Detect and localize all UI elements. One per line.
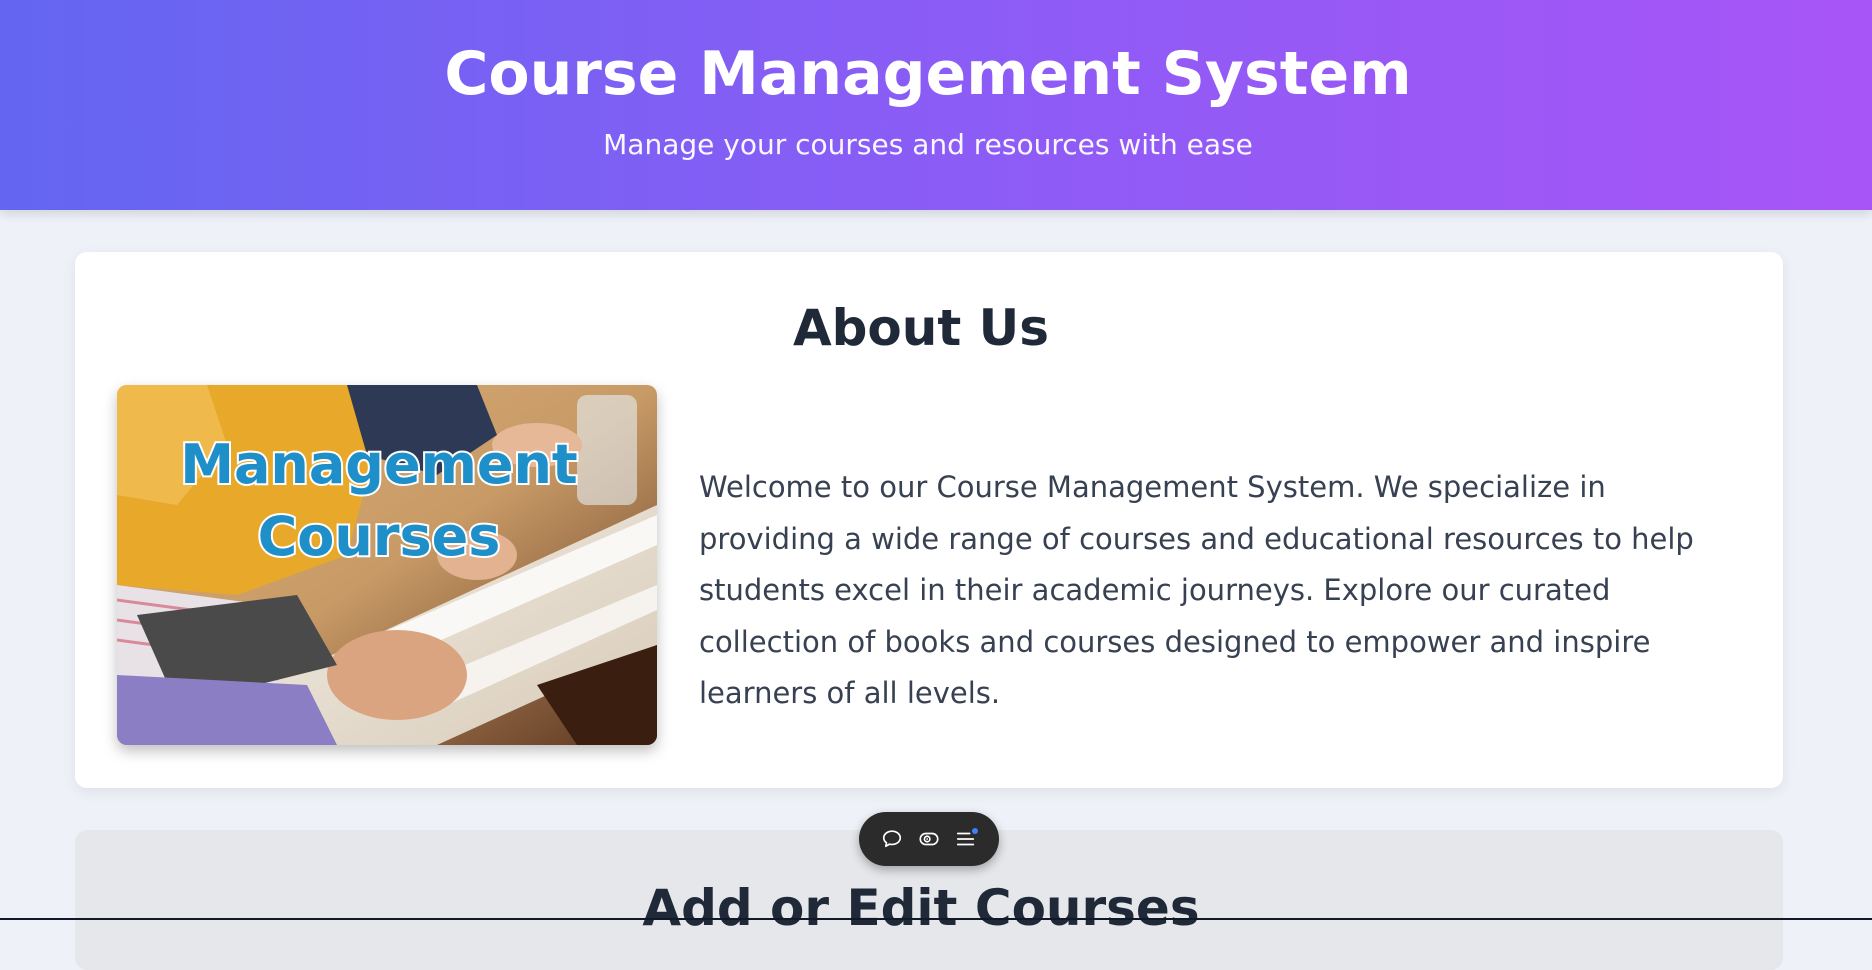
edit-courses-title: Add or Edit Courses xyxy=(642,879,1200,937)
chat-icon xyxy=(882,830,901,848)
about-section: About Us Management Courses Welcome to o… xyxy=(75,252,1783,788)
image-text-management: Management xyxy=(180,433,578,496)
page-subtitle: Manage your courses and resources with e… xyxy=(603,128,1253,161)
eye-icon xyxy=(919,832,939,846)
menu-button[interactable] xyxy=(951,824,981,854)
page-header: Course Management System Manage your cou… xyxy=(0,0,1872,210)
image-text-courses: Courses xyxy=(258,505,501,568)
view-toggle-button[interactable] xyxy=(914,824,944,854)
chat-button[interactable] xyxy=(877,824,907,854)
about-title: About Us xyxy=(792,299,1050,357)
about-description: Welcome to our Course Management System.… xyxy=(699,470,1694,710)
notification-dot xyxy=(972,828,979,834)
about-image: Management Courses xyxy=(117,385,657,745)
floating-toolbar xyxy=(859,812,999,866)
page-title: Course Management System xyxy=(444,39,1412,109)
